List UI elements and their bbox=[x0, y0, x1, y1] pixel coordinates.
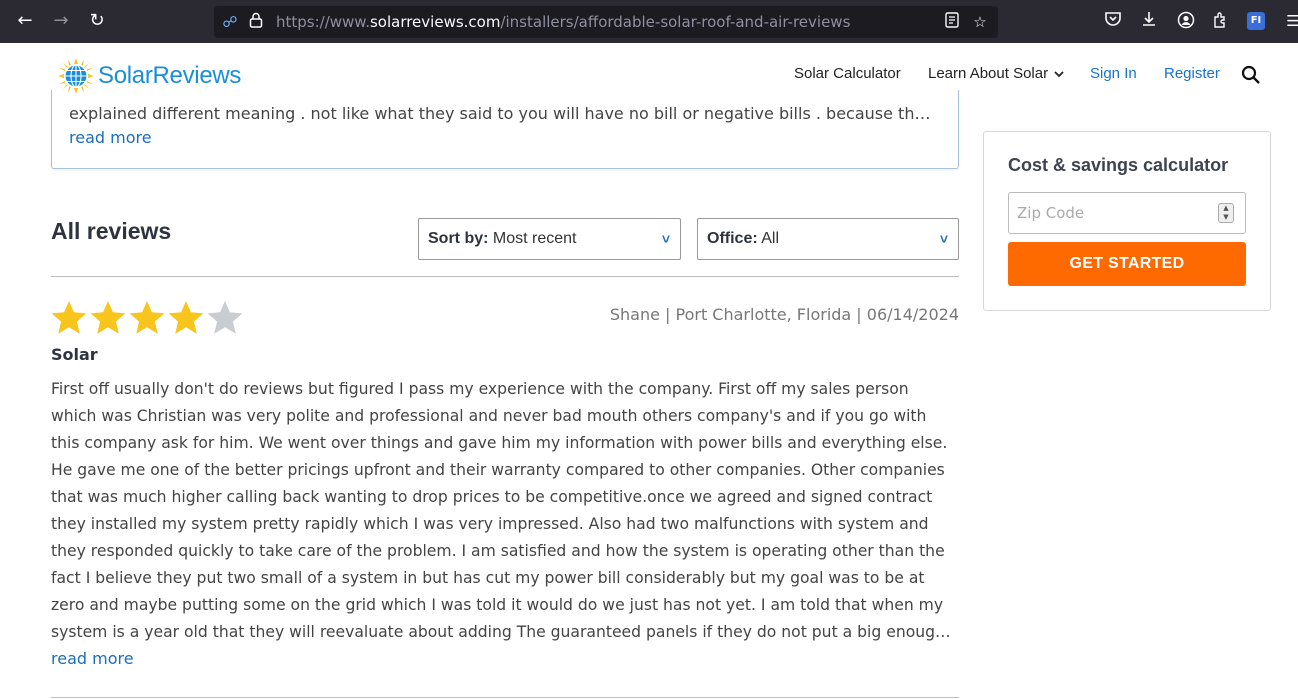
previous-review-text: explained different meaning . not like w… bbox=[69, 104, 939, 123]
nav-learn-label: Learn About Solar bbox=[928, 65, 1049, 82]
chevron-down-icon bbox=[1054, 71, 1064, 78]
review-title: Solar bbox=[51, 345, 98, 364]
address-bar[interactable]: ☍ https://www.solarreviews.com/installer… bbox=[214, 6, 998, 38]
review-body: First off usually don't do reviews but f… bbox=[51, 380, 948, 641]
zip-spinner-icon[interactable]: ▲ ▼ bbox=[1218, 203, 1234, 223]
review-read-more-link[interactable]: read more bbox=[51, 649, 134, 668]
url-text: https://www.solarreviews.com/installers/… bbox=[276, 13, 851, 31]
sort-by-select[interactable]: Sort by: Most recent ˅ bbox=[418, 218, 681, 260]
review-divider bbox=[51, 697, 959, 698]
sort-by-label: Sort by: bbox=[428, 230, 489, 247]
reload-icon[interactable]: ↻ bbox=[86, 10, 108, 32]
logo-text: SolarReviews bbox=[98, 62, 242, 89]
previous-review-read-more-link[interactable]: read more bbox=[69, 128, 152, 147]
savings-calculator: Cost & savings calculator ▲▼ GET STARTED bbox=[983, 131, 1271, 311]
sign-in-link[interactable]: Sign In bbox=[1090, 65, 1137, 82]
menu-icon[interactable]: ☰ bbox=[1283, 11, 1298, 31]
calculator-title: Cost & savings calculator bbox=[1008, 155, 1229, 175]
star-filled-icon bbox=[90, 301, 126, 334]
office-select[interactable]: Office: All ˅ bbox=[697, 218, 959, 260]
shield-icon[interactable]: ☍ bbox=[220, 12, 240, 32]
account-icon[interactable] bbox=[1176, 11, 1196, 31]
get-started-button[interactable]: GET STARTED bbox=[1008, 242, 1246, 286]
search-icon[interactable] bbox=[1241, 65, 1261, 85]
star-filled-icon bbox=[129, 301, 165, 334]
logo[interactable]: SolarReviews bbox=[58, 58, 241, 94]
nav-learn-about-solar[interactable]: Learn About Solar bbox=[928, 65, 1064, 82]
star-rating bbox=[50, 299, 244, 337]
downloads-icon[interactable] bbox=[1139, 11, 1159, 31]
browser-toolbar: ← → ↻ ☍ https://www.solarreviews.com/ins… bbox=[0, 0, 1298, 43]
office-label: Office: bbox=[707, 230, 758, 247]
register-link[interactable]: Register bbox=[1164, 65, 1220, 82]
sort-by-value: Most recent bbox=[492, 230, 577, 247]
nav-solar-calculator[interactable]: Solar Calculator bbox=[794, 65, 901, 82]
review-date: 06/14/2024 bbox=[866, 305, 959, 324]
chevron-down-icon: ˅ bbox=[939, 231, 948, 247]
all-reviews-heading: All reviews bbox=[51, 218, 172, 244]
star-filled-icon bbox=[168, 301, 204, 334]
section-divider bbox=[51, 276, 959, 277]
chevron-down-icon: ˅ bbox=[661, 231, 670, 247]
review-author: Shane bbox=[609, 305, 660, 324]
zip-code-input[interactable] bbox=[1008, 192, 1246, 234]
sun-globe-icon bbox=[58, 58, 94, 94]
review-location: Port Charlotte, Florida bbox=[675, 305, 852, 324]
star-empty-icon bbox=[207, 301, 243, 334]
back-icon[interactable]: ← bbox=[14, 10, 36, 32]
forward-icon[interactable]: → bbox=[50, 10, 72, 32]
bookmark-star-icon[interactable]: ☆ bbox=[970, 12, 990, 32]
star-filled-icon bbox=[51, 301, 87, 334]
pocket-icon[interactable] bbox=[1103, 11, 1123, 31]
office-value: All bbox=[761, 230, 780, 247]
extensions-icon[interactable] bbox=[1211, 11, 1231, 31]
previous-review-card: explained different meaning . not like w… bbox=[51, 90, 959, 169]
reader-view-icon[interactable] bbox=[942, 12, 962, 32]
lock-icon[interactable] bbox=[246, 12, 266, 32]
extension-badge-icon[interactable]: FI bbox=[1247, 12, 1265, 30]
review-meta: Shane | Port Charlotte, Florida | 06/14/… bbox=[609, 305, 959, 324]
